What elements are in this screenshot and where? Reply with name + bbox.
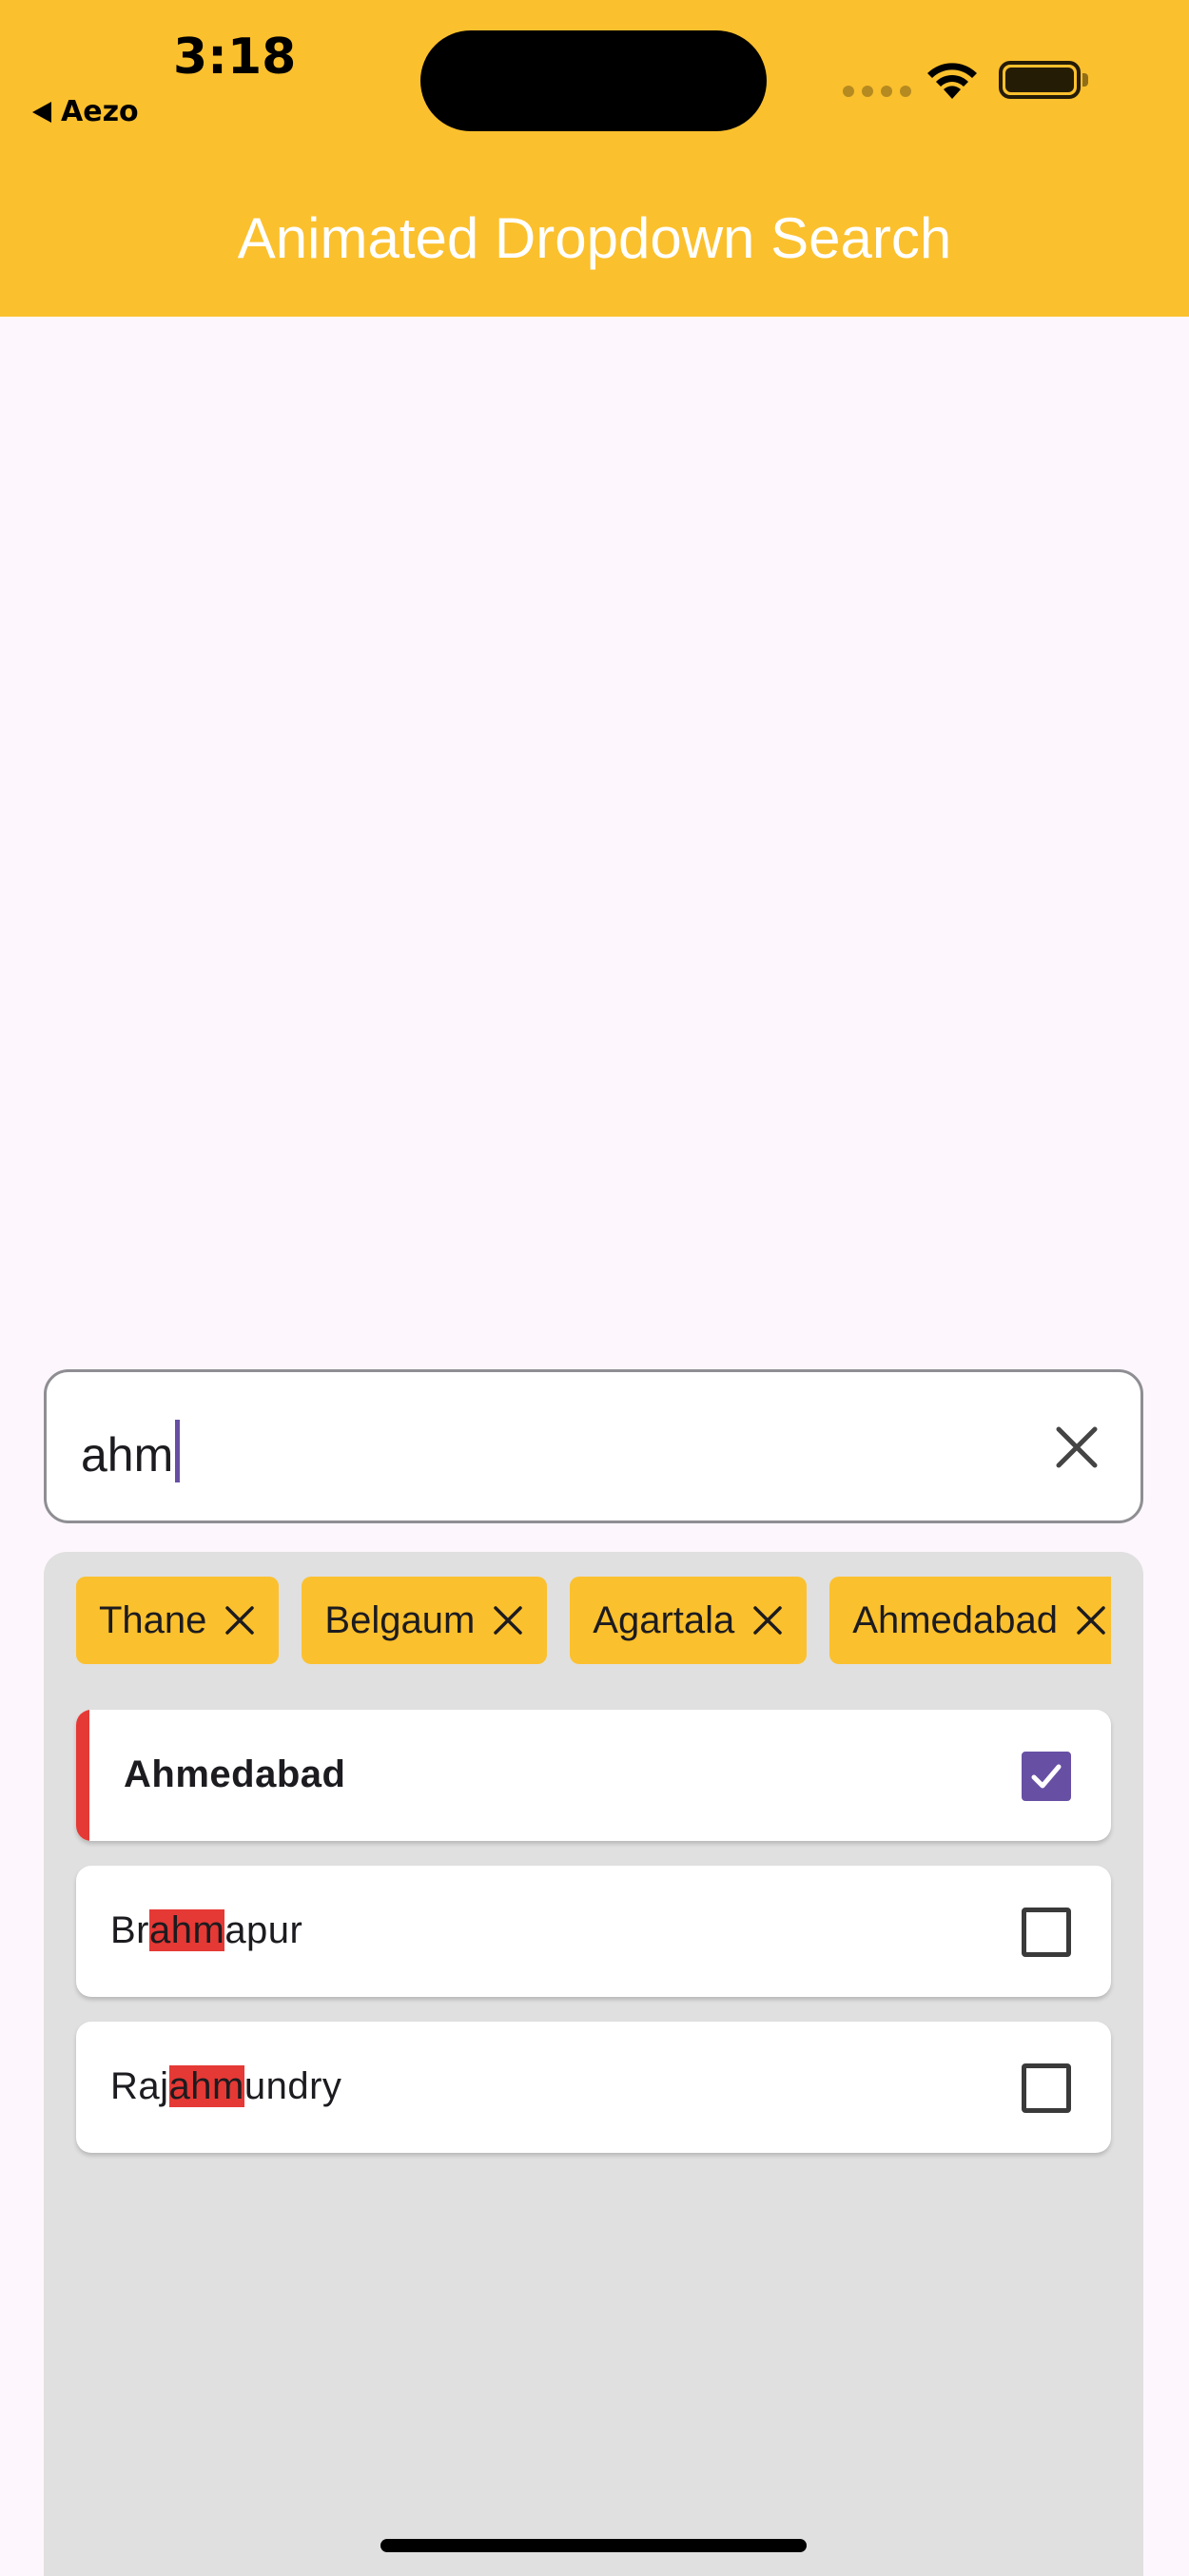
list-item-ahmedabad[interactable]: Ahmedabad bbox=[76, 1710, 1111, 1841]
list-item-label: Ahmedabad bbox=[124, 1753, 346, 1795]
text-caret bbox=[175, 1420, 181, 1482]
battery-icon bbox=[999, 61, 1088, 99]
search-input[interactable]: ahm bbox=[81, 1420, 181, 1482]
chip-label: Agartala bbox=[593, 1598, 735, 1641]
chip-agartala[interactable]: Agartala bbox=[570, 1577, 808, 1664]
list-item-brahmapur[interactable]: Brahmapur bbox=[76, 1866, 1111, 1997]
chip-thane[interactable]: Thane bbox=[76, 1577, 280, 1664]
remove-chip-icon[interactable] bbox=[751, 1604, 784, 1637]
page-title: Animated Dropdown Search bbox=[237, 206, 952, 270]
remove-chip-icon[interactable] bbox=[1075, 1604, 1107, 1637]
close-icon[interactable] bbox=[1051, 1422, 1102, 1473]
app-bar: 3:18 Aezo Animated Dropdown Search bbox=[0, 0, 1189, 317]
check-icon bbox=[1031, 1764, 1062, 1789]
chip-label: Thane bbox=[99, 1598, 207, 1641]
remove-chip-icon[interactable] bbox=[224, 1604, 256, 1637]
dropdown-panel: Thane Belgaum Agartala Ahmedabad Ahmedab… bbox=[44, 1552, 1143, 2576]
search-field[interactable]: ahm bbox=[44, 1369, 1143, 1523]
results-list: Ahmedabad Brahmapur Rajahmundry bbox=[76, 1710, 1111, 2178]
search-input-value: ahm bbox=[81, 1428, 174, 1482]
selected-chips-row[interactable]: Thane Belgaum Agartala Ahmedabad bbox=[76, 1577, 1111, 1664]
checkbox[interactable] bbox=[1022, 1908, 1071, 1957]
wifi-icon bbox=[927, 63, 977, 99]
list-item-rajahmundry[interactable]: Rajahmundry bbox=[76, 2022, 1111, 2153]
dynamic-island bbox=[420, 30, 767, 131]
back-triangle-icon bbox=[32, 101, 51, 123]
back-to-app-button[interactable]: Aezo bbox=[32, 95, 139, 128]
remove-chip-icon[interactable] bbox=[492, 1604, 524, 1637]
chip-belgaum[interactable]: Belgaum bbox=[302, 1577, 548, 1664]
list-item-label: Brahmapur bbox=[110, 1909, 303, 1951]
back-app-label: Aezo bbox=[61, 95, 139, 128]
chip-ahmedabad[interactable]: Ahmedabad bbox=[829, 1577, 1111, 1664]
checkbox-checked[interactable] bbox=[1022, 1752, 1071, 1801]
home-indicator[interactable] bbox=[380, 2539, 807, 2552]
chip-label: Ahmedabad bbox=[852, 1598, 1059, 1641]
checkbox[interactable] bbox=[1022, 2063, 1071, 2113]
status-time: 3:18 bbox=[173, 29, 297, 86]
chip-label: Belgaum bbox=[324, 1598, 476, 1641]
list-item-label: Rajahmundry bbox=[110, 2065, 342, 2107]
cellular-signal-icon bbox=[843, 86, 911, 97]
